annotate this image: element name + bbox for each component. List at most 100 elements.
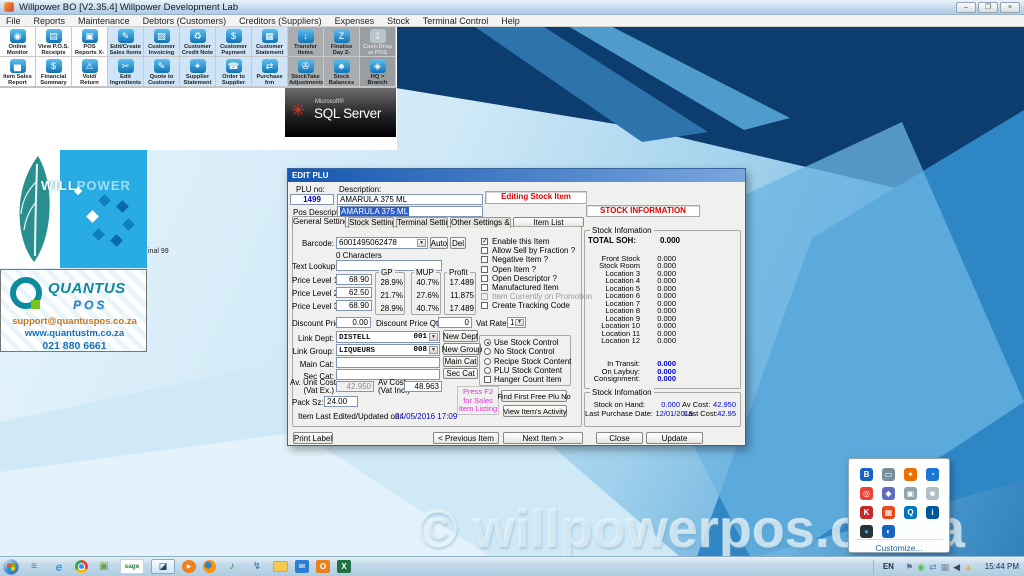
toolbar-button-pos-reports-x-reading[interactable]: ▣POS Reports X-Reading (72, 27, 108, 57)
toolbar-button-finalise-day-z-reading[interactable]: ZFinalise Day Z-Reading (324, 27, 360, 57)
toolbar-button-customer-invoicing[interactable]: ▨Customer Invoicing (144, 27, 180, 57)
menu-item-expenses[interactable]: Expenses (335, 16, 375, 26)
user-icon[interactable]: ☻ (926, 487, 939, 500)
restore-button[interactable]: ❐ (978, 2, 998, 13)
reader-icon[interactable]: ▦ (882, 506, 895, 519)
toolbar-button-stocktake-adjustments[interactable]: ✇StockTake Adjustments (288, 57, 324, 87)
kaspersky-icon[interactable]: K (860, 506, 873, 519)
new-dept-button[interactable]: New Dept (443, 330, 478, 342)
checkbox-hanger-count-item[interactable] (484, 376, 491, 383)
info-icon[interactable]: i (926, 506, 939, 519)
volume-mixer-icon[interactable]: ♪ (223, 559, 241, 574)
toolbar-button-supplier-statement[interactable]: ✦Supplier Statement (180, 57, 216, 87)
media-player-icon[interactable]: ▶ (182, 560, 196, 573)
sec-cat-button[interactable]: Sec Cat (443, 368, 478, 379)
new-group-button[interactable]: New Group (443, 343, 481, 355)
moon-icon[interactable]: ◐ (882, 525, 895, 538)
del-button[interactable]: Del (450, 237, 466, 249)
window-icon[interactable]: ▫ (898, 562, 901, 572)
main-cat-button[interactable]: Main Cat (443, 356, 478, 367)
dialog-titlebar[interactable]: EDIT PLU (288, 169, 745, 182)
menu-item-reports[interactable]: Reports (34, 16, 66, 26)
toolbar-button-purchase-frm-supplier[interactable]: ⇄Purchase frm Supplier (252, 57, 288, 87)
outlook-icon[interactable]: O (316, 560, 330, 573)
menu-item-file[interactable]: File (6, 16, 21, 26)
start-button[interactable] (3, 559, 19, 575)
price-level-3-field[interactable]: 68.90 (336, 300, 372, 311)
price-level-2-field[interactable]: 62.50 (336, 287, 372, 298)
device-icon[interactable]: ↯ (248, 559, 266, 574)
checkbox-open-descriptor[interactable] (481, 275, 488, 282)
find-free-plu-button[interactable]: Find First Free Plu No (501, 390, 567, 402)
cd-icon[interactable]: ● (860, 525, 873, 538)
toolbar-button-customer-statement[interactable]: ▦Customer Statement (252, 27, 288, 57)
toolbar-button-financial-summary[interactable]: $Financial Summary (36, 57, 72, 87)
display-icon[interactable]: ▭ (882, 468, 895, 481)
discount-price-field[interactable]: 0.00 (336, 317, 371, 328)
willpower-app-icon[interactable]: ◪ (151, 559, 175, 574)
toolbar-button-item-sales-report[interactable]: ▅Item Sales Report (0, 57, 36, 87)
network-icon[interactable]: ◔ (926, 468, 939, 481)
devices-icon[interactable]: ▣ (904, 487, 917, 500)
toolbar-button-hq-branch-comms[interactable]: ◈HQ > Branch Comms (360, 57, 396, 87)
checkbox-negative-item[interactable] (481, 256, 488, 263)
folder-icon[interactable] (273, 561, 288, 572)
close-button[interactable]: Close (596, 432, 643, 444)
hp-icon[interactable]: ▦ (941, 562, 950, 572)
av-cost-inc-field[interactable]: 48.963 (404, 381, 442, 392)
toolbar-button-online-monitor[interactable]: ◉Online Monitor (0, 27, 36, 57)
excel-icon[interactable]: X (337, 560, 351, 573)
description-field[interactable]: AMARULA 375 ML (337, 194, 483, 205)
menu-item-debtors-customers[interactable]: Debtors (Customers) (143, 16, 227, 26)
toolbar-button-customer-payment[interactable]: $Customer Payment (216, 27, 252, 57)
checkbox-manufactured-item[interactable] (481, 284, 488, 291)
quickbooks-icon[interactable]: Q (904, 506, 917, 519)
pack-sz-field[interactable]: 24.00 (324, 396, 358, 407)
toolbar-button-quote-to-customer[interactable]: ✎Quote to Customer (144, 57, 180, 87)
price-level-1-field[interactable]: 68.90 (336, 274, 372, 285)
chrome-icon[interactable] (75, 560, 88, 573)
menu-item-stock[interactable]: Stock (387, 16, 410, 26)
customize-link[interactable]: Customize... (849, 543, 949, 553)
link-dept-combobox[interactable]: DISTELL 001 ▼ (336, 331, 440, 343)
radio-plu-stock-content[interactable] (484, 367, 491, 374)
tab-other-settings-functions[interactable]: Other Settings & Functions (450, 217, 511, 228)
checkbox-enable-this-item[interactable]: ✓ (481, 238, 488, 245)
menu-item-terminal-control[interactable]: Terminal Control (423, 16, 489, 26)
menu-item-help[interactable]: Help (501, 16, 520, 26)
chevron-down-icon[interactable]: ▼ (417, 239, 426, 247)
sync-icon[interactable]: ⇄ (929, 562, 937, 572)
next-item-button[interactable]: Next Item > (503, 432, 583, 444)
discount-qty-field[interactable]: 0 (438, 317, 472, 328)
checkbox-allow-sell-by-fraction[interactable] (481, 247, 488, 254)
tab-general-settings[interactable]: General Settings (292, 216, 346, 228)
barcode-combobox[interactable]: 6001495062478 ▼ (336, 237, 428, 249)
view-activity-button[interactable]: View Item's Activity (503, 405, 567, 417)
network-icon[interactable]: ◉ (917, 562, 925, 572)
menu-item-maintenance[interactable]: Maintenance (78, 16, 130, 26)
toolbar-button-stock-balances[interactable]: ♣Stock Balances (324, 57, 360, 87)
toolbar-button-edit-create-sales-items[interactable]: ✎Edit/Create Sales Items (108, 27, 144, 57)
flag-icon[interactable]: ⚑ (905, 562, 913, 572)
chrome-icon[interactable]: ◎ (860, 487, 873, 500)
main-cat-field[interactable] (336, 357, 440, 368)
auto-button[interactable]: Auto (430, 237, 448, 249)
chevron-down-icon[interactable]: ▼ (429, 346, 438, 354)
ie-icon[interactable]: e (50, 559, 68, 574)
print-label-button[interactable]: Print Label (293, 432, 333, 444)
radio-use-stock-control[interactable] (484, 339, 491, 346)
toolbar-button-customer-credit-note[interactable]: ♻Customer Credit Note (180, 27, 216, 57)
photo-viewer-icon[interactable]: ▣ (95, 559, 113, 574)
language-indicator[interactable]: EN (883, 562, 894, 571)
tab-terminal-settings[interactable]: Terminal Settings (396, 217, 448, 228)
firefox-icon[interactable] (203, 560, 216, 573)
previous-item-button[interactable]: < Previous Item (433, 432, 499, 444)
plu-no-field[interactable]: 1499 (290, 194, 334, 205)
update-button[interactable]: Update (646, 432, 703, 444)
pos-description-field[interactable]: AMARULA 375 ML (337, 206, 483, 217)
clock[interactable]: 15:44 PM (977, 562, 1019, 571)
mail-icon[interactable]: ✉ (295, 560, 309, 573)
close-button[interactable]: × (1000, 2, 1020, 13)
chevron-down-icon[interactable]: ▼ (429, 333, 438, 341)
tools-icon[interactable]: ✦ (904, 468, 917, 481)
